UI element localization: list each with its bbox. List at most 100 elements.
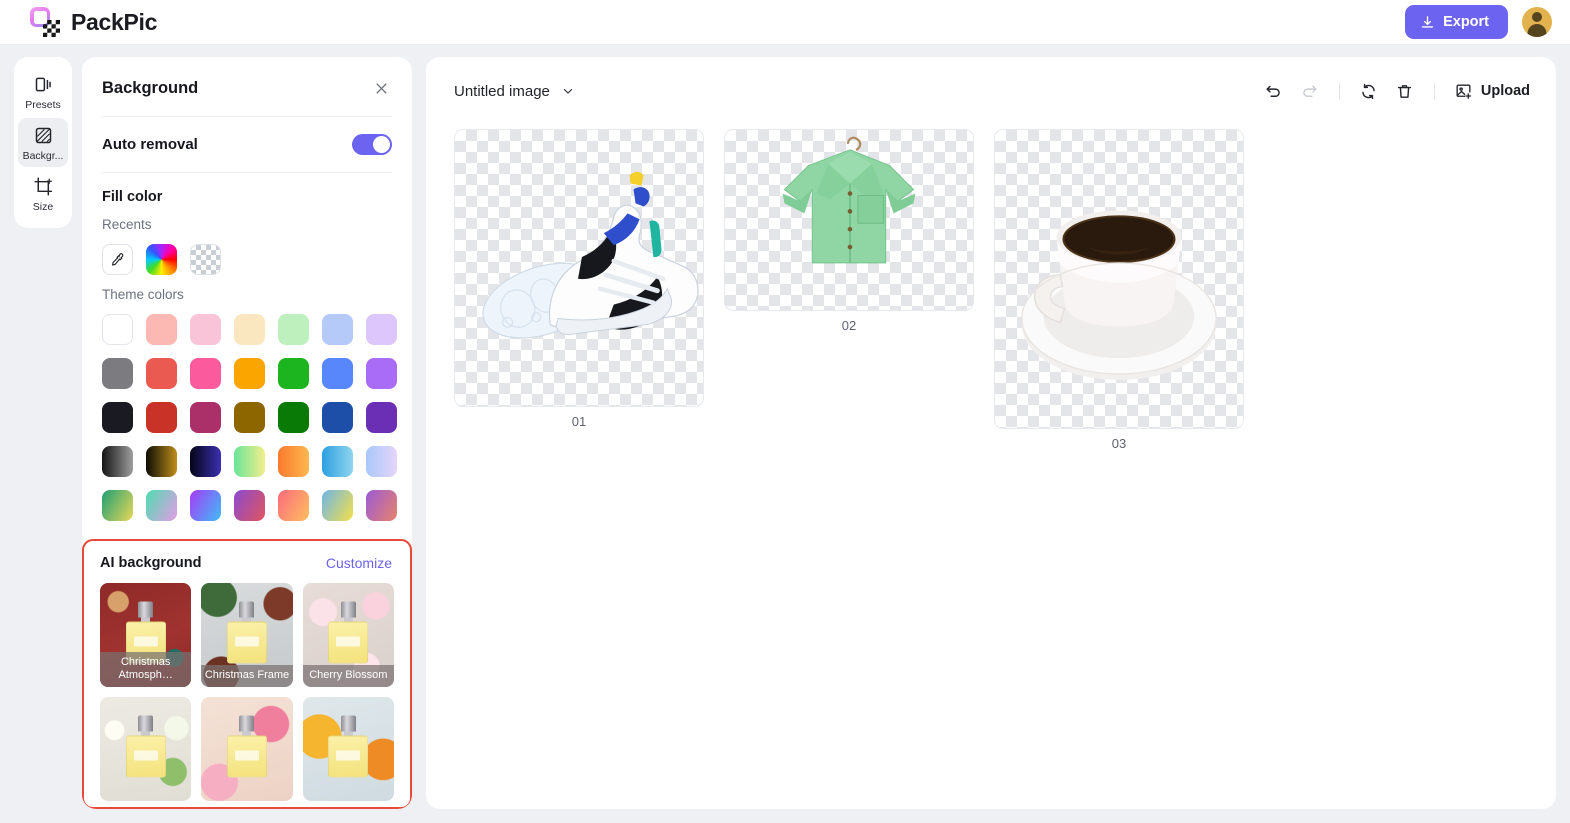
eyedropper-swatch[interactable] (102, 244, 133, 275)
sidebar-item-label: Backgr... (22, 150, 64, 162)
divider (1338, 82, 1340, 100)
sidebar-item-size[interactable]: Size (18, 169, 68, 218)
ai-background-grid: Christmas Atmosph… Christmas Frame Cherry … (84, 571, 410, 801)
image-card-caption: 01 (571, 414, 587, 429)
color-swatch[interactable] (278, 490, 309, 521)
customize-link[interactable]: Customize (326, 555, 392, 571)
canvas-toolbar: Untitled image Upload (426, 57, 1556, 107)
transparent-swatch[interactable] (190, 244, 221, 275)
color-swatch[interactable] (190, 446, 221, 477)
refresh-button[interactable] (1353, 75, 1385, 107)
color-swatch[interactable] (366, 490, 397, 521)
image-card-list: 01 02 03 (426, 107, 1556, 451)
color-swatch[interactable] (322, 314, 353, 345)
color-swatch[interactable] (322, 490, 353, 521)
color-swatch[interactable] (190, 358, 221, 389)
color-swatch[interactable] (102, 314, 133, 345)
color-swatch[interactable] (234, 446, 265, 477)
auto-removal-toggle[interactable] (352, 134, 392, 155)
image-card[interactable]: 03 (994, 129, 1244, 451)
fill-color-title: Fill color (102, 189, 163, 205)
color-swatch[interactable] (366, 446, 397, 477)
color-swatch[interactable] (102, 490, 133, 521)
image-add-icon (1454, 82, 1473, 101)
ai-background-thumb[interactable]: Cherry Blossom (302, 583, 394, 687)
eyedropper-icon (110, 252, 125, 267)
color-swatch[interactable] (366, 358, 397, 389)
ai-background-thumb-label: Christmas Atmosph… (100, 652, 192, 687)
close-icon[interactable] (370, 77, 392, 99)
color-swatch[interactable] (278, 446, 309, 477)
ai-background-thumb-label: Cherry Blossom (302, 665, 394, 687)
ai-background-thumb[interactable]: Christmas Frame (201, 583, 293, 687)
color-swatch[interactable] (190, 490, 221, 521)
color-swatch[interactable] (190, 402, 221, 433)
color-swatch[interactable] (278, 314, 309, 345)
color-swatch[interactable] (190, 314, 221, 345)
page-title: Background (102, 78, 199, 97)
ai-background-thumb[interactable] (302, 697, 394, 801)
workspace: Presets Backgr... Size Background Auto r… (0, 45, 1570, 823)
sidebar-item-presets[interactable]: Presets (18, 67, 68, 116)
image-thumbnail[interactable] (724, 129, 974, 311)
delete-button[interactable] (1389, 75, 1421, 107)
upload-button[interactable]: Upload (1448, 76, 1534, 107)
export-button[interactable]: Export (1405, 5, 1508, 39)
background-icon (33, 125, 54, 146)
color-swatch[interactable] (234, 490, 265, 521)
color-swatch[interactable] (366, 314, 397, 345)
color-swatch[interactable] (102, 446, 133, 477)
color-swatch[interactable] (146, 446, 177, 477)
color-swatch[interactable] (322, 358, 353, 389)
redo-button[interactable] (1294, 75, 1326, 107)
color-swatch[interactable] (366, 402, 397, 433)
ai-background-thumb[interactable] (100, 697, 192, 801)
chevron-down-icon[interactable] (561, 84, 575, 98)
image-card[interactable]: 02 (724, 129, 974, 333)
color-swatch[interactable] (102, 402, 133, 433)
rainbow-swatch[interactable] (146, 244, 177, 275)
color-swatch[interactable] (322, 446, 353, 477)
color-swatch[interactable] (234, 402, 265, 433)
image-thumbnail[interactable] (994, 129, 1244, 429)
sidebar-item-background[interactable]: Backgr... (18, 118, 68, 167)
color-swatch[interactable] (146, 358, 177, 389)
presets-icon (33, 74, 54, 95)
image-thumbnail[interactable] (454, 129, 704, 407)
color-swatch[interactable] (234, 358, 265, 389)
perfume-bottle-icon (226, 601, 267, 664)
color-swatch[interactable] (278, 358, 309, 389)
avatar[interactable] (1522, 7, 1552, 37)
perfume-bottle-icon (328, 601, 369, 664)
image-card[interactable]: 01 (454, 129, 704, 429)
perfume-bottle-icon (125, 715, 166, 778)
color-swatch[interactable] (146, 314, 177, 345)
perfume-bottle-icon (328, 715, 369, 778)
color-swatch[interactable] (278, 402, 309, 433)
ai-background-thumb-label: Christmas Frame (201, 665, 293, 687)
sidebar-item-label: Presets (25, 99, 61, 111)
color-swatch[interactable] (146, 490, 177, 521)
auto-removal-row: Auto removal (82, 117, 412, 172)
auto-removal-label: Auto removal (102, 136, 198, 153)
sidebar-item-label: Size (32, 201, 54, 213)
recents-title: Recents (102, 217, 152, 232)
theme-colors-title: Theme colors (102, 287, 184, 302)
download-icon (1420, 15, 1435, 30)
ai-background-thumb[interactable] (201, 697, 293, 801)
undo-button[interactable] (1258, 75, 1290, 107)
color-swatch[interactable] (322, 402, 353, 433)
brand-name: PackPic (71, 8, 158, 35)
background-panel: Background Auto removal Fill color Recen… (82, 57, 412, 809)
packpic-logo-icon (30, 7, 60, 37)
theme-color-grid (82, 302, 412, 521)
document-name[interactable]: Untitled image (454, 83, 550, 100)
color-swatch[interactable] (234, 314, 265, 345)
color-swatch[interactable] (146, 402, 177, 433)
export-label: Export (1443, 14, 1489, 30)
recent-swatches (82, 232, 412, 275)
divider (1433, 82, 1435, 100)
ai-background-thumb[interactable]: Christmas Atmosph… (100, 583, 192, 687)
color-swatch[interactable] (102, 358, 133, 389)
top-bar-actions: Export (1405, 5, 1552, 39)
